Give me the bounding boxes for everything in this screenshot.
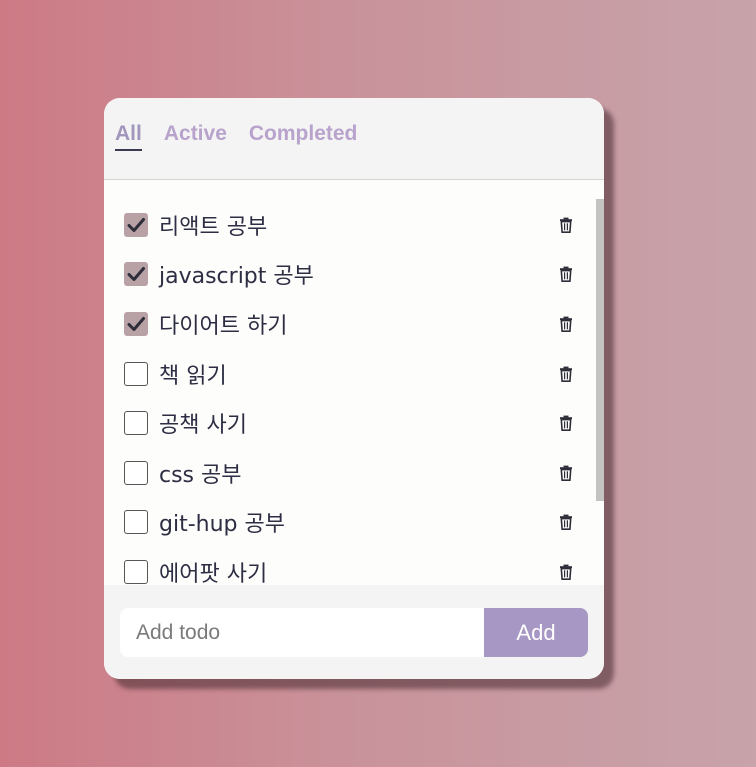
todo-checkbox[interactable]: [124, 262, 148, 287]
todo-text: css 공부: [159, 462, 242, 488]
trash-icon[interactable]: [559, 366, 573, 382]
todo-text: 다이어트 하기: [159, 313, 288, 339]
check-icon: [127, 267, 145, 282]
todo-text: 책 읽기: [159, 363, 227, 389]
todo-text: 리액트 공부: [159, 214, 268, 240]
check-icon: [127, 217, 145, 232]
todo-input[interactable]: [120, 608, 484, 657]
filter-tab-all[interactable]: All: [115, 122, 142, 151]
add-button[interactable]: Add: [484, 608, 588, 657]
filter-tab-active[interactable]: Active: [164, 122, 227, 151]
todo-text: javascript 공부: [159, 264, 314, 290]
todo-checkbox[interactable]: [124, 559, 148, 584]
check-icon: [127, 316, 145, 331]
todo-text: 에어팟 사기: [159, 561, 268, 585]
todo-item: css 공부: [104, 448, 604, 498]
trash-icon[interactable]: [559, 514, 573, 531]
todo-list-container: 리액트 공부 javascript 공부다이어트 하기책 읽기공책 사기 css 공…: [104, 180, 604, 585]
todo-item: 공책 사기: [104, 398, 604, 448]
todo-item: 다이어트 하기: [104, 299, 604, 349]
todo-item: git-hup 공부: [104, 498, 604, 548]
filter-tab-completed[interactable]: Completed: [249, 122, 358, 151]
todo-checkbox[interactable]: [124, 411, 148, 436]
trash-icon[interactable]: [559, 266, 573, 283]
todo-checkbox[interactable]: [124, 510, 148, 535]
trash-icon[interactable]: [559, 217, 573, 233]
todo-checkbox[interactable]: [124, 212, 148, 237]
trash-icon[interactable]: [559, 564, 573, 580]
trash-icon[interactable]: [559, 316, 573, 332]
todo-text: git-hup 공부: [159, 512, 285, 538]
todo-checkbox[interactable]: [124, 311, 148, 336]
todo-list: 리액트 공부 javascript 공부다이어트 하기책 읽기공책 사기 css 공…: [104, 180, 604, 585]
add-todo-form: Add: [104, 585, 604, 679]
scrollbar[interactable]: [596, 199, 604, 501]
todo-card: All Active Completed 리액트 공부 javascript 공부…: [104, 98, 604, 679]
todo-item: 리액트 공부: [104, 200, 604, 250]
trash-icon[interactable]: [559, 465, 573, 481]
todo-item: 책 읽기: [104, 349, 604, 399]
todo-checkbox[interactable]: [124, 460, 148, 485]
todo-item: javascript 공부: [104, 250, 604, 300]
todo-text: 공책 사기: [159, 413, 247, 439]
todo-item: 에어팟 사기: [104, 547, 604, 585]
filter-bar: All Active Completed: [104, 98, 604, 180]
todo-checkbox[interactable]: [124, 361, 148, 386]
trash-icon[interactable]: [559, 415, 573, 432]
